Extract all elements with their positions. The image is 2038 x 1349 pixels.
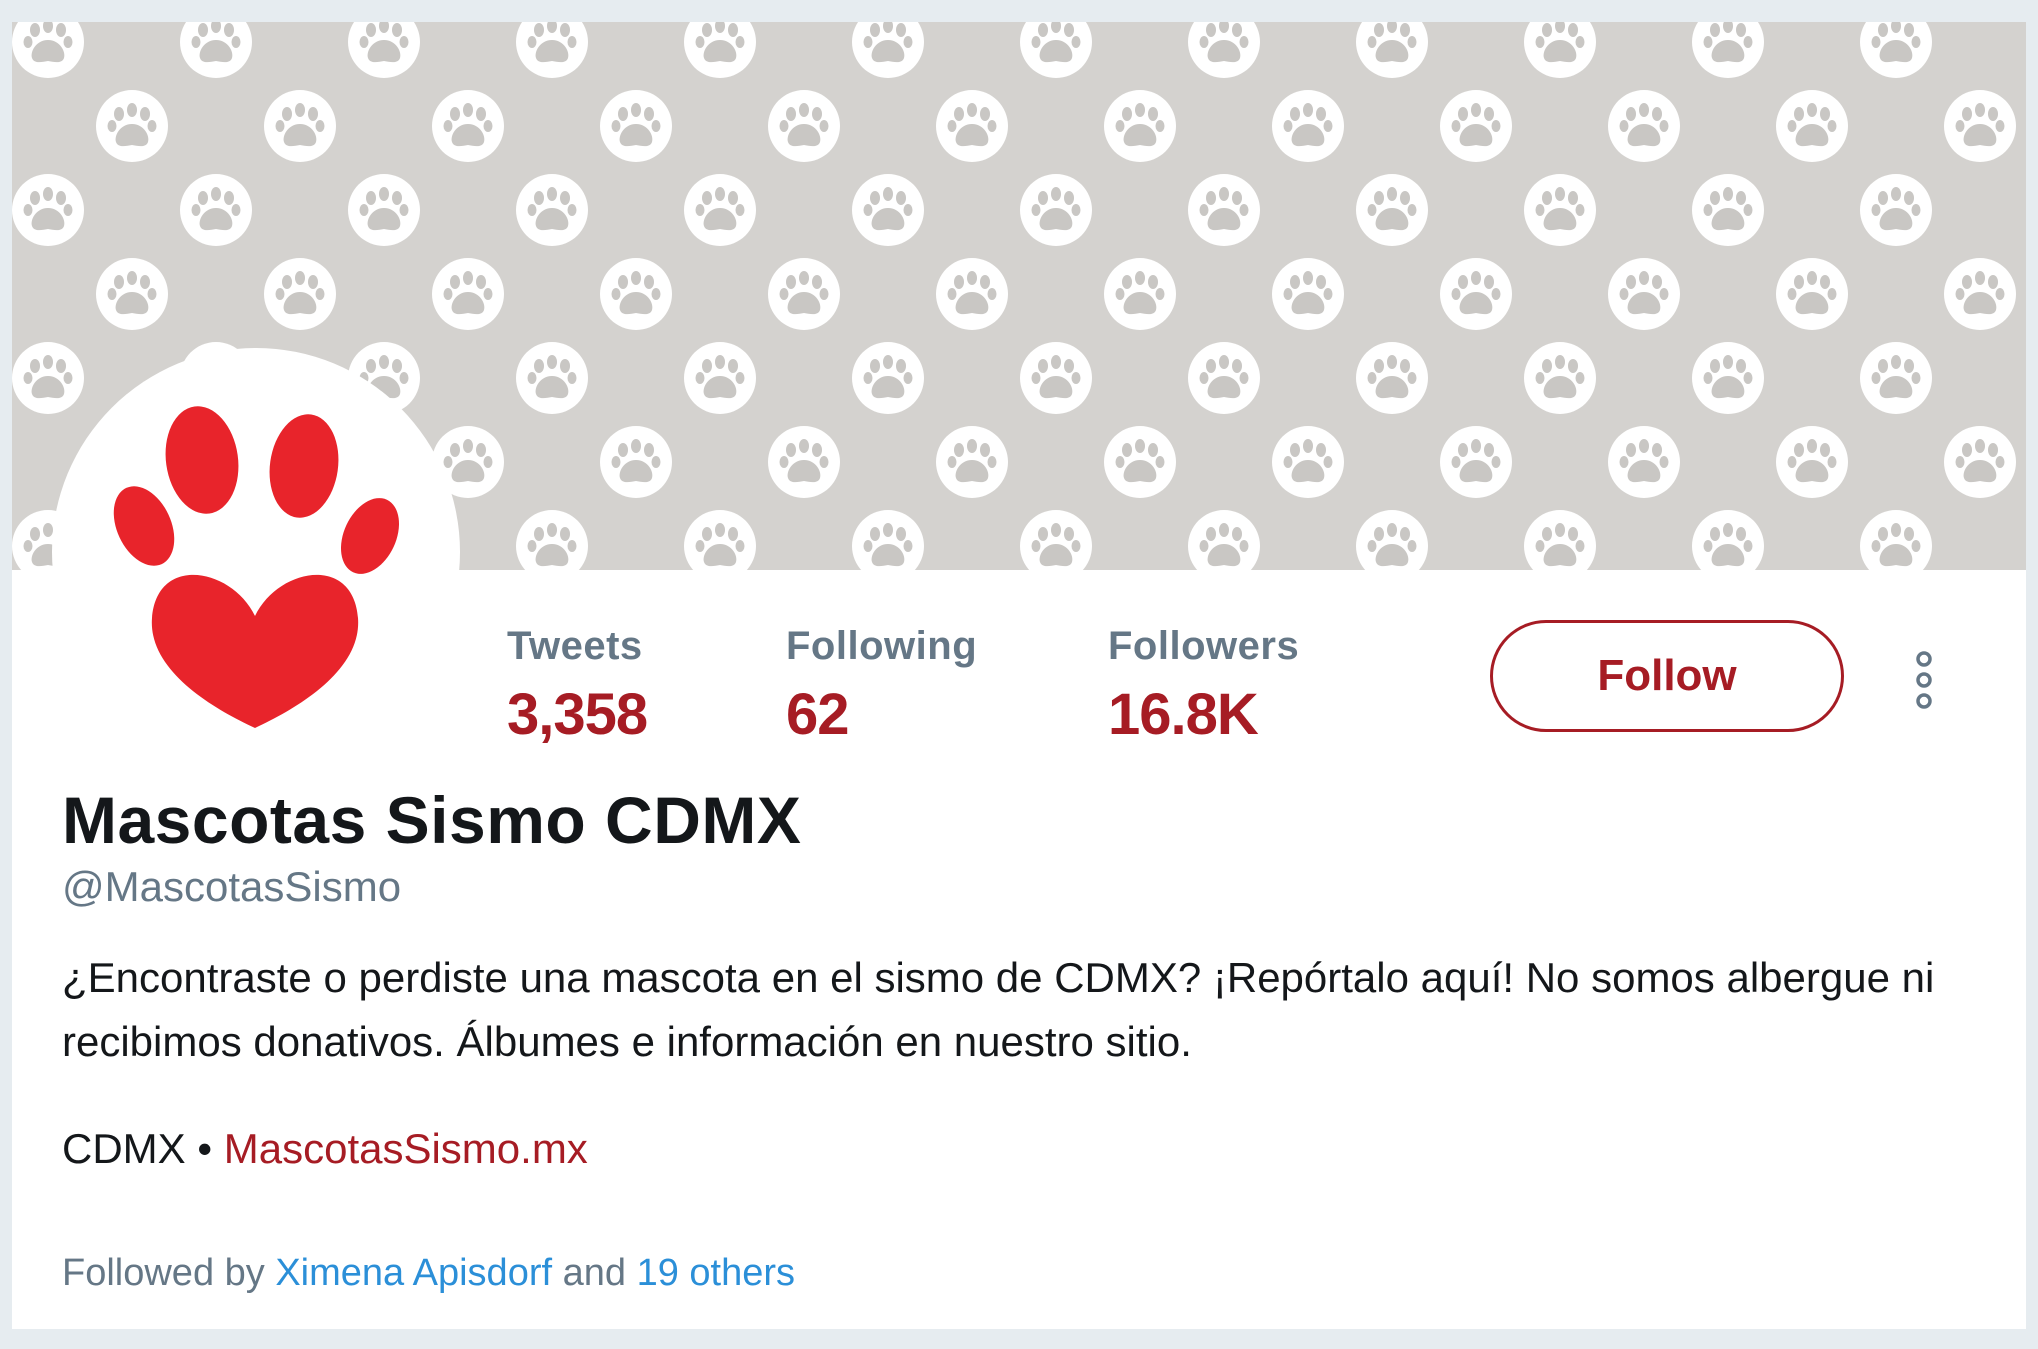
tweets-label: Tweets: [507, 624, 643, 668]
profile-meta: CDMX • MascotasSismo.mx: [62, 1124, 588, 1174]
following-label: Following: [786, 624, 978, 668]
followers-count: 16.8K: [1108, 682, 1259, 747]
more-vertical-icon: [1916, 651, 1932, 709]
follow-button[interactable]: Follow: [1490, 620, 1844, 732]
meta-separator: •: [197, 1125, 213, 1172]
profile-display-name: Mascotas Sismo CDMX: [62, 783, 802, 857]
following-stat[interactable]: Following 62: [786, 622, 977, 750]
profile-website-link[interactable]: MascotasSismo.mx: [224, 1125, 588, 1172]
followed-by-others-link[interactable]: 19 others: [637, 1252, 795, 1294]
following-count: 62: [786, 682, 850, 747]
tweets-count: 3,358: [507, 682, 648, 747]
more-options-button[interactable]: [1910, 650, 1938, 710]
tweets-stat[interactable]: Tweets 3,358: [507, 622, 648, 750]
followed-by-user-link[interactable]: Ximena Apisdorf: [275, 1252, 552, 1294]
profile-card: Tweets 3,358 Following 62 Followers 16.8…: [12, 22, 2026, 1329]
profile-bio: ¿Encontraste o perdiste una mascota en e…: [62, 954, 1935, 1065]
profile-location: CDMX: [62, 1125, 186, 1172]
followers-label: Followers: [1108, 624, 1300, 668]
followed-by: Followed by Ximena Apisdorf and 19 other…: [62, 1250, 795, 1296]
followed-by-conjunction: and: [562, 1252, 627, 1294]
profile-handle[interactable]: @MascotasSismo: [62, 862, 401, 912]
followed-by-prefix: Followed by: [62, 1252, 265, 1294]
followers-stat[interactable]: Followers 16.8K: [1108, 622, 1299, 750]
